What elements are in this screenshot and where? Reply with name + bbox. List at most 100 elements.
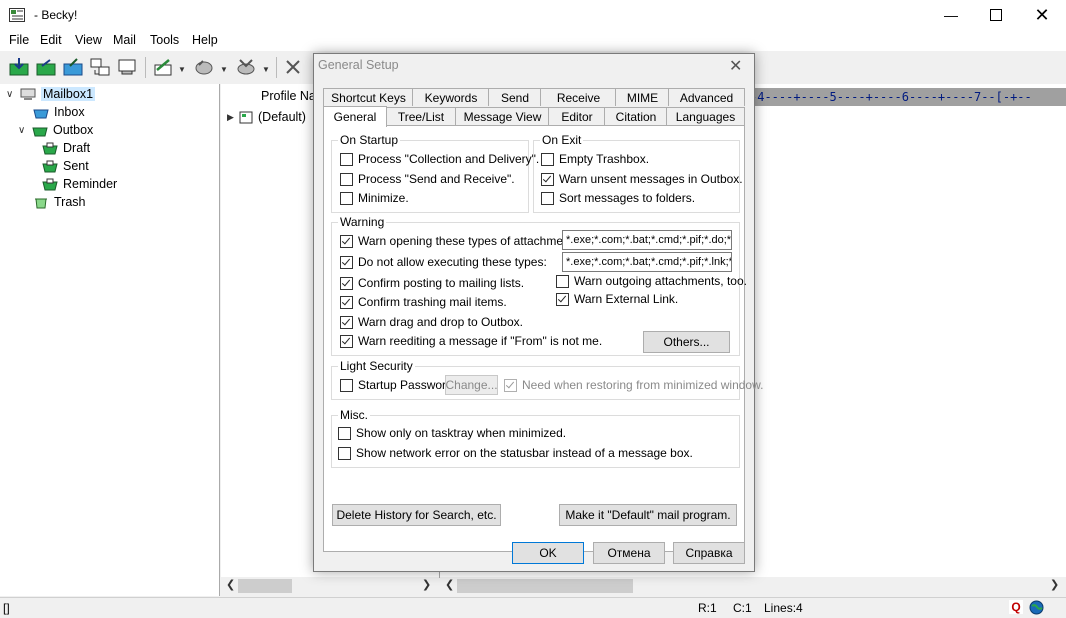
checkbox-box[interactable] bbox=[340, 152, 353, 166]
menu-file[interactable]: File bbox=[9, 33, 29, 47]
tab-advanced[interactable]: Advanced bbox=[668, 88, 745, 106]
tree-item-mailbox1[interactable]: ∨ Mailbox1 bbox=[6, 85, 96, 103]
network-error-statusbar-checkbox[interactable]: Show network error on the statusbar inst… bbox=[338, 446, 693, 460]
cancel-button[interactable]: Отмена bbox=[593, 542, 665, 564]
globe-icon[interactable] bbox=[1029, 600, 1044, 615]
scroll-right-icon[interactable]: ❯ bbox=[1050, 578, 1059, 591]
help-button[interactable]: Справка bbox=[673, 542, 745, 564]
menu-edit[interactable]: Edit bbox=[40, 33, 62, 47]
check-all-mail-icon[interactable] bbox=[8, 56, 30, 78]
warn-unsent-checkbox[interactable]: Warn unsent messages in Outbox. bbox=[541, 172, 743, 186]
scrollbar-thumb[interactable] bbox=[457, 579, 633, 593]
chevron-down-icon[interactable]: ∨ bbox=[18, 125, 32, 136]
checkbox-box[interactable] bbox=[340, 334, 353, 348]
column-header-profile-name[interactable]: Profile Na bbox=[261, 89, 316, 103]
checkbox-box[interactable] bbox=[340, 255, 353, 269]
checkbox-box[interactable] bbox=[340, 315, 353, 329]
menu-view[interactable]: View bbox=[75, 33, 102, 47]
reply-dropdown-icon[interactable]: ▼ bbox=[220, 65, 228, 74]
tab-keywords[interactable]: Keywords bbox=[412, 88, 490, 106]
attachment-types-field[interactable]: *.exe;*.com;*.bat;*.cmd;*.pif;*.do;*.x bbox=[562, 230, 732, 250]
menu-mail[interactable]: Mail bbox=[113, 33, 136, 47]
tree-item-trash[interactable]: Trash bbox=[33, 193, 86, 211]
tab-tree-list[interactable]: Tree/List bbox=[385, 107, 457, 125]
tasktray-checkbox[interactable]: Show only on tasktray when minimized. bbox=[338, 426, 566, 440]
chevron-right-icon[interactable]: ▶ bbox=[227, 112, 239, 123]
delete-icon[interactable] bbox=[282, 56, 304, 78]
tab-general[interactable]: General bbox=[323, 106, 387, 127]
address-book-icon[interactable] bbox=[116, 56, 138, 78]
delete-history-button[interactable]: Delete History for Search, etc. bbox=[332, 504, 501, 526]
tree-item-sent[interactable]: Sent bbox=[42, 157, 89, 175]
tab-message-view[interactable]: Message View bbox=[455, 107, 550, 125]
compose-icon[interactable] bbox=[152, 56, 174, 78]
warn-drag-drop-checkbox[interactable]: Warn drag and drop to Outbox. bbox=[340, 315, 523, 329]
checkbox-box[interactable] bbox=[541, 191, 554, 205]
tab-send[interactable]: Send bbox=[488, 88, 542, 106]
checkbox-box[interactable] bbox=[340, 378, 353, 392]
tab-mime[interactable]: MIME bbox=[615, 88, 670, 106]
confirm-trashing-checkbox[interactable]: Confirm trashing mail items. bbox=[340, 295, 507, 309]
chevron-down-icon[interactable]: ∨ bbox=[6, 89, 20, 100]
warn-reediting-checkbox[interactable]: Warn reediting a message if "From" is no… bbox=[340, 334, 602, 348]
tab-citation[interactable]: Citation bbox=[604, 107, 668, 125]
tab-languages[interactable]: Languages bbox=[666, 107, 745, 125]
checkbox-box[interactable] bbox=[338, 446, 351, 460]
tree-item-reminder[interactable]: Reminder bbox=[42, 175, 117, 193]
startup-password-checkbox[interactable]: Startup Password bbox=[340, 378, 453, 392]
scroll-right-icon[interactable]: ❯ bbox=[422, 578, 431, 591]
scrollbar-thumb[interactable] bbox=[238, 579, 292, 593]
receive-mail-icon[interactable] bbox=[35, 56, 57, 78]
scroll-left-icon[interactable]: ❮ bbox=[226, 578, 235, 591]
scroll-left-icon[interactable]: ❮ bbox=[445, 578, 454, 591]
q-icon[interactable]: Q bbox=[1009, 600, 1023, 614]
list-horizontal-scrollbar[interactable]: ❮ ❯ bbox=[221, 577, 439, 595]
ok-button[interactable]: OK bbox=[512, 542, 584, 564]
send-mail-icon[interactable] bbox=[62, 56, 84, 78]
checkbox-box[interactable] bbox=[340, 172, 353, 186]
checkbox-box[interactable] bbox=[340, 191, 353, 205]
need-when-restoring-checkbox[interactable]: Need when restoring from minimized windo… bbox=[504, 378, 763, 392]
reply-icon[interactable] bbox=[193, 56, 215, 78]
checkbox-box[interactable] bbox=[504, 378, 517, 392]
make-default-button[interactable]: Make it "Default" mail program. bbox=[559, 504, 737, 526]
warn-outgoing-attachments-checkbox[interactable]: Warn outgoing attachments, too. bbox=[556, 274, 747, 288]
compose-dropdown-icon[interactable]: ▼ bbox=[178, 65, 186, 74]
checkbox-box[interactable] bbox=[556, 292, 569, 306]
minimize-checkbox[interactable]: Minimize. bbox=[340, 191, 409, 205]
tab-shortcut-keys[interactable]: Shortcut Keys bbox=[323, 88, 414, 106]
tab-receive[interactable]: Receive bbox=[540, 88, 617, 106]
maximize-button[interactable] bbox=[973, 0, 1019, 30]
list-item[interactable]: ▶ (Default) bbox=[227, 110, 306, 124]
menu-tools[interactable]: Tools bbox=[150, 33, 179, 47]
collect-deliver-icon[interactable] bbox=[89, 56, 111, 78]
checkbox-box[interactable] bbox=[556, 274, 569, 288]
checkbox-box[interactable] bbox=[541, 172, 554, 186]
process-collection-checkbox[interactable]: Process "Collection and Delivery". bbox=[340, 152, 539, 166]
close-window-button[interactable]: ✕ bbox=[1019, 0, 1065, 30]
tree-item-draft[interactable]: Draft bbox=[42, 139, 90, 157]
checkbox-box[interactable] bbox=[340, 276, 353, 290]
sort-messages-checkbox[interactable]: Sort messages to folders. bbox=[541, 191, 695, 205]
empty-trashbox-checkbox[interactable]: Empty Trashbox. bbox=[541, 152, 649, 166]
tab-editor[interactable]: Editor bbox=[548, 107, 606, 125]
process-send-receive-checkbox[interactable]: Process "Send and Receive". bbox=[340, 172, 515, 186]
others-button[interactable]: Others... bbox=[643, 331, 730, 353]
warn-attachments-checkbox[interactable]: Warn opening these types of attachments: bbox=[340, 234, 582, 248]
checkbox-box[interactable] bbox=[340, 234, 353, 248]
no-execute-types-checkbox[interactable]: Do not allow executing these types: bbox=[340, 255, 547, 269]
message-horizontal-scrollbar[interactable]: ❮ ❯ bbox=[440, 577, 1066, 595]
change-password-button[interactable]: Change... bbox=[445, 375, 498, 395]
menu-help[interactable]: Help bbox=[192, 33, 218, 47]
confirm-mailing-checkbox[interactable]: Confirm posting to mailing lists. bbox=[340, 276, 524, 290]
executable-types-field[interactable]: *.exe;*.com;*.bat;*.cmd;*.pif;*.lnk;*. bbox=[562, 252, 732, 272]
forward-dropdown-icon[interactable]: ▼ bbox=[262, 65, 270, 74]
minimize-button[interactable]: — bbox=[928, 0, 974, 30]
forward-icon[interactable] bbox=[235, 56, 257, 78]
tree-item-inbox[interactable]: Inbox bbox=[33, 103, 85, 121]
checkbox-box[interactable] bbox=[340, 295, 353, 309]
warn-external-link-checkbox[interactable]: Warn External Link. bbox=[556, 292, 678, 306]
dialog-close-button[interactable]: ✕ bbox=[729, 56, 742, 76]
checkbox-box[interactable] bbox=[338, 426, 351, 440]
checkbox-box[interactable] bbox=[541, 152, 554, 166]
